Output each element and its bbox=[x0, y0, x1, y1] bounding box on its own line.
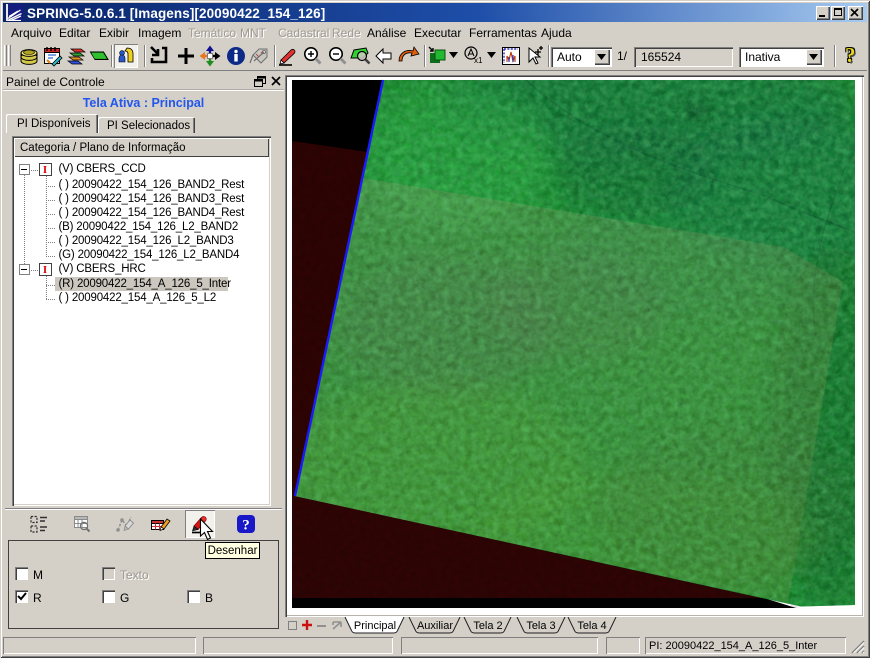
svg-text:Tela 3: Tela 3 bbox=[526, 620, 555, 632]
svg-text:Principal: Principal bbox=[354, 620, 396, 632]
svg-text:x1: x1 bbox=[474, 56, 483, 65]
svg-text:Tela 4: Tela 4 bbox=[577, 620, 606, 632]
svg-text:Auxiliar: Auxiliar bbox=[417, 620, 453, 632]
svg-text:?: ? bbox=[242, 518, 250, 534]
svg-text:Tela 2: Tela 2 bbox=[473, 620, 502, 632]
